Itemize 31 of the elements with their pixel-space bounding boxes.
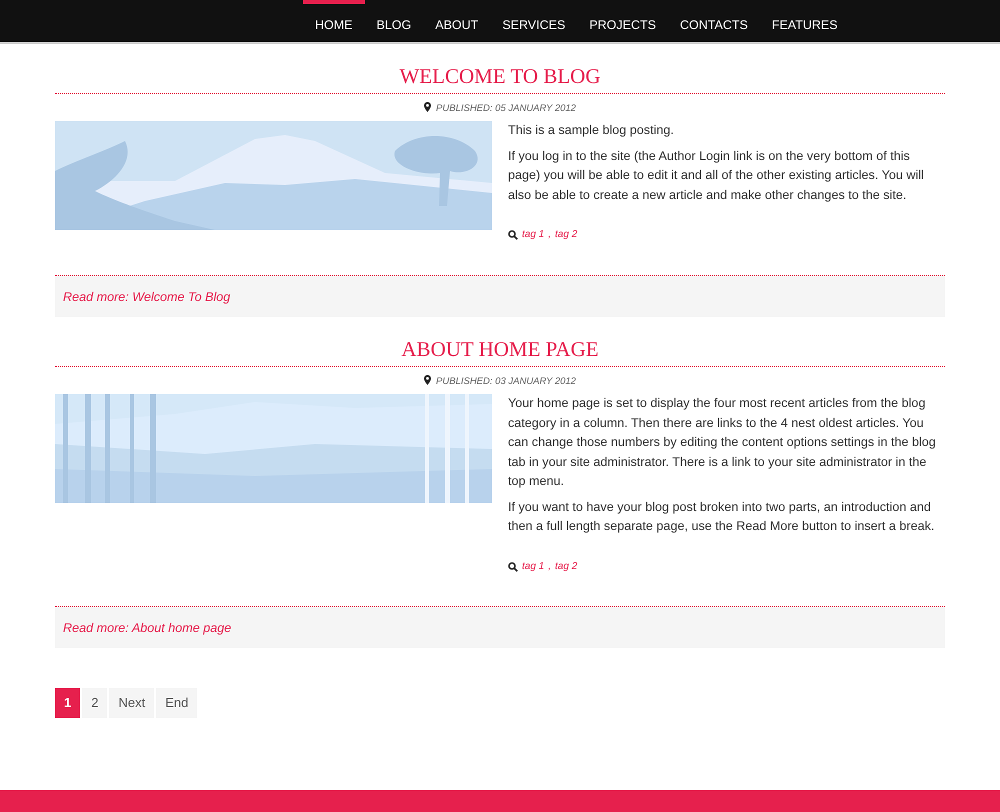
nav-link[interactable]: BLOG [364,0,424,42]
tag-link[interactable]: tag 1 [522,556,544,576]
tag-separator: , [548,228,552,242]
tag-link[interactable]: tag 1 [522,225,544,245]
page-link[interactable]: 1 [55,688,80,718]
location-pin-icon [424,375,432,386]
page-link[interactable]: Next [109,688,154,718]
paragraph: If you want to have your blog post broken into two parts, an introduction and then a full length separate page, use the Read More button to insert a break. [508,498,936,536]
tag-link[interactable]: tag 2 [555,556,578,576]
nav-link[interactable]: CONTACTS [668,0,760,42]
nav-link[interactable]: PROJECTS [577,0,668,42]
nav-link[interactable]: FEATURES [760,0,850,42]
post-title: ABOUT HOME PAGE [55,336,945,368]
post-title: WELCOME TO BLOG [55,64,945,94]
paragraph: If you log in to the site (the Author Login link is on the very bottom of this page) you will be able to edit it and all of the other existing articles. You will also be able to create a new article and make other changes to the site. [508,148,925,204]
nav-link[interactable]: SERVICES [490,0,578,42]
read-more-link[interactable]: Read more: About home page [63,621,232,636]
search-icon [508,562,518,572]
search-icon [508,230,518,240]
page-link[interactable]: 2 [82,688,108,718]
nav-link[interactable]: HOME [303,0,364,42]
tag-separator: , [548,560,552,574]
paragraph: This is a sample blog posting. [508,122,675,140]
paragraph: Your home page is set to display the four most recent articles from the blog category in a column. Then there are links to the 4 nest oldest articles. You can change those numbers by editing the content options settings in the blog tab in your site administrator. There is a link to your site administrator in the top menu. [508,395,937,490]
location-pin-icon [424,102,432,112]
tag-link[interactable]: tag 2 [555,225,578,245]
published-date: PUBLISHED: 03 JANUARY 2012 [436,376,576,388]
page-link[interactable]: End [156,688,198,718]
published-date: PUBLISHED: 05 JANUARY 2012 [436,103,576,114]
read-more-link[interactable]: Read more: Welcome To Blog [63,290,230,304]
nav-link[interactable]: ABOUT [423,0,490,42]
